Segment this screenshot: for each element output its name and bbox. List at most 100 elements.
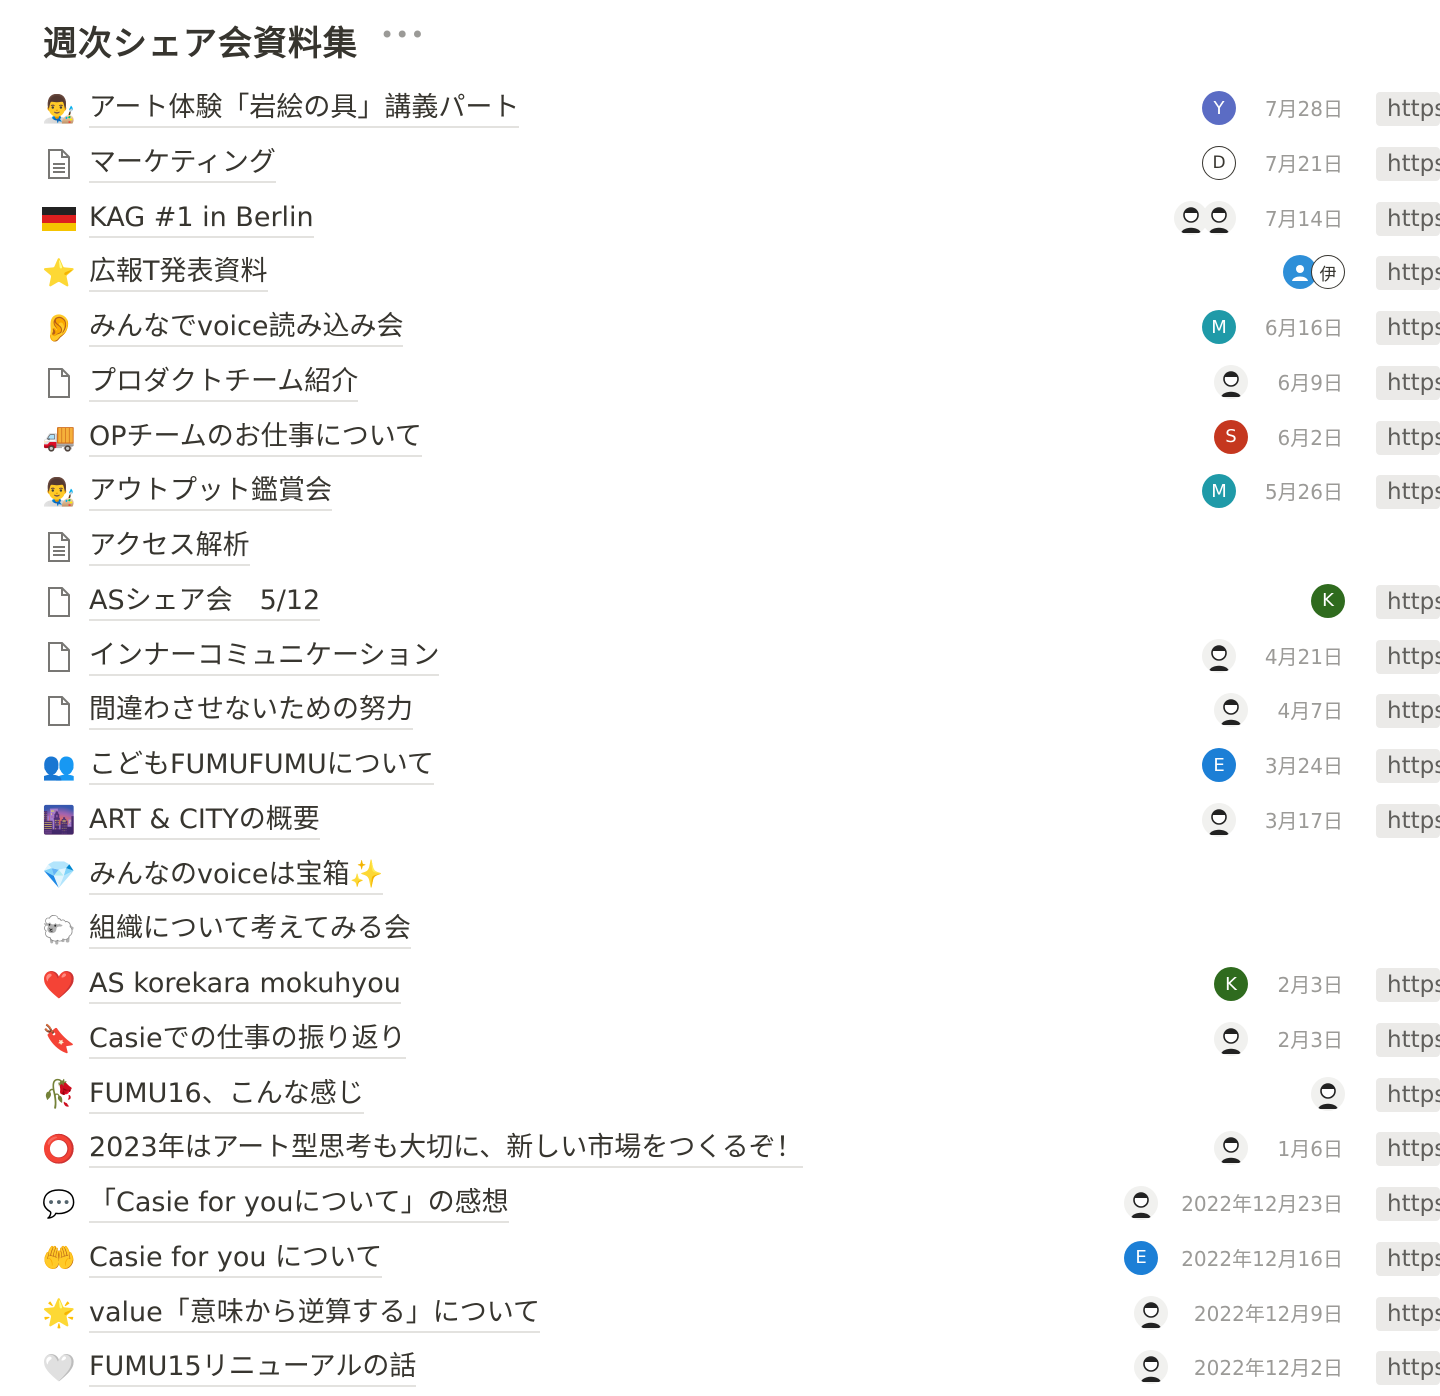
table-row[interactable]: 間違わさせないための努力 4月7日 https — [0, 684, 1440, 739]
row-title-link[interactable]: 「Casie for youについて」の感想 — [89, 1185, 509, 1223]
avatar[interactable] — [1202, 638, 1236, 673]
avatar[interactable] — [1124, 1186, 1158, 1220]
speech-bubble-emoji[interactable]: 💬 — [40, 1188, 78, 1220]
germany-flag-emoji[interactable] — [40, 203, 78, 235]
table-row[interactable]: アクセス解析 — [0, 520, 1440, 575]
page-icon[interactable] — [40, 641, 78, 673]
row-title-link[interactable]: プロダクトチーム紹介 — [89, 364, 359, 402]
row-title-link[interactable]: ART & CITYの概要 — [89, 802, 320, 840]
table-row[interactable]: 💬 「Casie for youについて」の感想 2022年12月23日 https — [0, 1177, 1440, 1232]
url-chip[interactable]: https — [1376, 420, 1440, 455]
row-title-link[interactable]: みんなのvoiceは宝箱✨ — [89, 857, 384, 895]
url-chip[interactable]: https — [1376, 146, 1440, 181]
url-chip[interactable]: https — [1376, 1187, 1440, 1221]
row-title-link[interactable]: マーケティング — [89, 145, 276, 183]
table-row[interactable]: 👨‍🎨 アート体験「岩絵の具」講義パート Y 7月28日 https — [0, 82, 1440, 137]
avatar[interactable]: E — [1202, 748, 1236, 782]
row-title-link[interactable]: FUMU15リニューアルの話 — [89, 1349, 417, 1388]
row-title-link[interactable]: アウトプット鑑賞会 — [89, 473, 332, 512]
bookmark-emoji[interactable]: 🔖 — [40, 1024, 78, 1056]
page-icon[interactable] — [40, 695, 78, 727]
painter-emoji[interactable]: 👨‍🎨 — [40, 476, 78, 508]
table-row[interactable]: ASシェア会 5/12 Khttps — [0, 575, 1440, 630]
white-heart-emoji[interactable]: 🤍 — [40, 1352, 78, 1384]
table-row[interactable]: 🤲 Casie for you について E 2022年12月16日 https — [0, 1232, 1440, 1287]
page-icon[interactable] — [40, 367, 78, 399]
table-row[interactable]: 🤍 FUMU15リニューアルの話 2022年12月2日 https — [0, 1341, 1440, 1396]
gem-emoji[interactable]: 💎 — [40, 860, 78, 892]
page-icon[interactable] — [40, 586, 78, 618]
avatar[interactable] — [1311, 1076, 1345, 1111]
row-title-link[interactable]: value「意味から逆算する」について — [89, 1295, 540, 1333]
url-chip[interactable]: https — [1376, 256, 1440, 291]
row-title-link[interactable]: KAG #1 in Berlin — [89, 200, 314, 238]
url-chip[interactable]: https — [1376, 1241, 1440, 1276]
avatar[interactable] — [1202, 200, 1236, 235]
document-icon[interactable] — [40, 531, 78, 563]
url-chip[interactable]: https — [1376, 584, 1440, 619]
row-title-link[interactable]: みんなでvoice読み込み会 — [89, 309, 404, 347]
row-title-link[interactable]: インナーコミュニケーション — [89, 638, 440, 676]
row-title-link[interactable]: ASシェア会 5/12 — [89, 583, 321, 621]
table-row[interactable]: インナーコミュニケーション 4月21日 https — [0, 630, 1440, 685]
row-title-link[interactable]: OPチームのお仕事について — [89, 419, 422, 457]
table-row[interactable]: 💎 みんなのvoiceは宝箱✨ — [0, 849, 1440, 904]
document-icon[interactable] — [40, 148, 78, 180]
table-row[interactable]: 👥 こどもFUMUFUMUについて E 3月24日 https — [0, 739, 1440, 794]
people-emoji[interactable]: 👥 — [40, 750, 78, 782]
avatar[interactable] — [1134, 1350, 1168, 1385]
more-options-button[interactable]: ••• — [380, 23, 425, 57]
url-chip[interactable]: https — [1376, 311, 1440, 345]
row-title-link[interactable]: Casieでの仕事の振り返り — [89, 1021, 406, 1059]
url-chip[interactable]: https — [1376, 694, 1440, 729]
row-title-link[interactable]: アート体験「岩絵の具」講義パート — [89, 90, 520, 128]
row-title-link[interactable]: アクセス解析 — [89, 528, 250, 566]
table-row[interactable]: マーケティング D 7月21日 https — [0, 137, 1440, 192]
url-chip[interactable]: https — [1376, 1296, 1440, 1331]
row-title-link[interactable]: AS korekara mokuhyou — [89, 966, 401, 1004]
row-title-link[interactable]: 間違わさせないための努力 — [89, 692, 413, 731]
avatar[interactable] — [1214, 364, 1248, 399]
star-emoji[interactable]: ⭐ — [40, 257, 78, 289]
url-chip[interactable]: https — [1376, 639, 1440, 674]
table-row[interactable]: プロダクトチーム紹介 6月9日 https — [0, 356, 1440, 411]
heart-emoji[interactable]: ❤️ — [40, 969, 78, 1001]
row-title-link[interactable]: 広報T発表資料 — [89, 254, 268, 293]
table-row[interactable]: 👂 みんなでvoice読み込み会 M 6月16日 https — [0, 301, 1440, 356]
table-row[interactable]: 🥀 FUMU16、こんな感じ https — [0, 1068, 1440, 1123]
avatar[interactable]: D — [1202, 145, 1236, 180]
sheep-emoji[interactable]: 🐑 — [40, 914, 78, 946]
table-row[interactable]: 🌆 ART & CITYの概要 3月17日 https — [0, 794, 1440, 849]
url-chip[interactable]: https — [1376, 1077, 1440, 1112]
avatar[interactable]: S — [1214, 419, 1248, 454]
avatar[interactable] — [1134, 1295, 1168, 1330]
table-row[interactable]: 🌟 value「意味から逆算する」について 2022年12月9日 https — [0, 1287, 1440, 1342]
avatar[interactable]: K — [1214, 967, 1248, 1001]
table-row[interactable]: 👨‍🎨 アウトプット鑑賞会 M 5月26日 https — [0, 465, 1440, 520]
row-title-link[interactable]: 組織について考えてみる会 — [89, 911, 411, 950]
row-title-link[interactable]: Casie for you について — [89, 1240, 383, 1278]
row-title-link[interactable]: FUMU16、こんな感じ — [89, 1076, 364, 1114]
table-row[interactable]: 🔖 Casieでの仕事の振り返り 2月3日 https — [0, 1013, 1440, 1068]
avatar[interactable]: K — [1311, 583, 1345, 618]
avatar[interactable] — [1214, 1131, 1248, 1166]
row-title-link[interactable]: 2023年はアート型思考も大切に、新しい市場をつくるぞ！ — [89, 1130, 803, 1169]
url-chip[interactable]: https — [1376, 1351, 1440, 1386]
red-circle-button-emoji[interactable]: ⭕ — [40, 1133, 78, 1165]
table-row[interactable]: 🚚 OPチームのお仕事について S 6月2日 https — [0, 411, 1440, 466]
url-chip[interactable]: https — [1376, 1022, 1440, 1057]
url-chip[interactable]: https — [1376, 92, 1440, 126]
table-row[interactable]: ❤️ AS korekara mokuhyou K 2月3日 https — [0, 958, 1440, 1013]
url-chip[interactable]: https — [1376, 475, 1440, 510]
url-chip[interactable]: https — [1376, 201, 1440, 236]
url-chip[interactable]: https — [1376, 803, 1440, 838]
row-title-link[interactable]: こどもFUMUFUMUについて — [89, 747, 434, 785]
avatar[interactable] — [1214, 1021, 1248, 1056]
avatar[interactable]: M — [1202, 474, 1236, 509]
avatar[interactable]: E — [1124, 1240, 1158, 1275]
avatar[interactable]: M — [1202, 310, 1236, 344]
glowing-star-emoji[interactable]: 🌟 — [40, 1298, 78, 1330]
table-row[interactable]: ⭕ 2023年はアート型思考も大切に、新しい市場をつくるぞ！ 1月6日 https — [0, 1122, 1440, 1177]
avatar[interactable]: Y — [1202, 91, 1236, 125]
city-emoji[interactable]: 🌆 — [40, 805, 78, 837]
